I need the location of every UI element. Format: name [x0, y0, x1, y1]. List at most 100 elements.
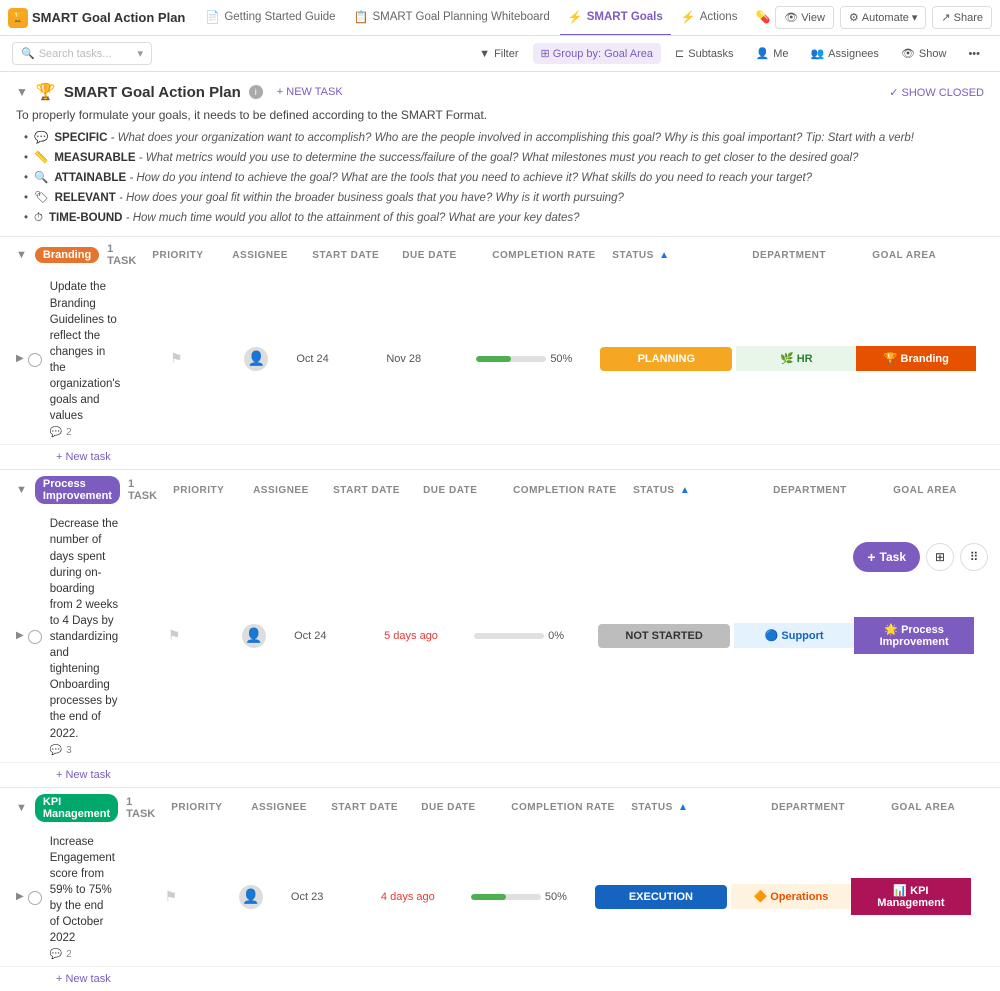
task-meta-3: 💬 2	[50, 949, 123, 960]
assignees-button[interactable]: 👥 Assignees	[802, 43, 886, 64]
priority-flag-icon-3: ⚑	[165, 888, 178, 905]
col-due-3: DUE DATE	[421, 802, 511, 813]
status-badge-2[interactable]: NOT STARTED	[598, 624, 730, 648]
view-button[interactable]: 👁 View	[775, 6, 834, 29]
status-cell: PLANNING	[596, 347, 736, 371]
section-process-header: ▼ Process Improvement 1 TASK PRIORITY AS…	[0, 470, 1000, 510]
tab-smart-goals[interactable]: ⚡ SMART Goals	[560, 0, 671, 36]
status-badge-3[interactable]: EXECUTION	[595, 885, 727, 909]
subtask-toggle-2[interactable]: ▶	[16, 630, 24, 641]
branding-task-count: 1 TASK	[107, 243, 136, 267]
col-completion: COMPLETION RATE	[492, 250, 612, 261]
col-due: DUE DATE	[402, 250, 492, 261]
start-date-cell-3: Oct 23	[291, 891, 381, 903]
start-date-cell-2: Oct 24	[294, 630, 384, 642]
tab-getting-started[interactable]: 📄 Getting Started Guide	[197, 0, 343, 36]
task-text-2: Decrease the number of days spent during…	[50, 516, 126, 741]
assignee-avatar-2: 👤	[242, 624, 266, 648]
avatar-icon-3: 👤	[242, 888, 259, 905]
branding-collapse-btn[interactable]: ▼	[16, 249, 27, 261]
task-checkbox-3[interactable]	[28, 891, 42, 905]
share-icon: ↗	[941, 11, 950, 24]
progress-pct: 50%	[550, 353, 572, 365]
fab-mini-2[interactable]: ⠿	[960, 543, 988, 571]
priority-cell-3: ⚑	[131, 888, 211, 905]
section-kpi-header: ▼ KPI Management 1 TASK PRIORITY ASSIGNE…	[0, 788, 1000, 828]
col-dept-3: DEPARTMENT	[771, 802, 891, 813]
progress-pct-3: 50%	[545, 891, 567, 903]
group-by-button[interactable]: ⊞ Group by: Goal Area	[533, 43, 662, 64]
dept-cell-2: 🔵 Support	[734, 623, 854, 648]
due-date-cell-3: 4 days ago	[381, 891, 471, 903]
show-closed-button[interactable]: ✓ SHOW CLOSED	[889, 86, 984, 99]
task-row-branding-1: ▶ Update the Branding Guidelines to refl…	[0, 273, 1000, 445]
progress-bar-3	[471, 894, 541, 900]
progress-fill-3	[471, 894, 506, 900]
tab-whiteboard[interactable]: 📋 SMART Goal Planning Whiteboard	[346, 0, 558, 36]
col-priority-3: PRIORITY	[171, 802, 251, 813]
smart-item-timebound: ⏱ TIME-BOUND - How much time would you a…	[24, 210, 984, 226]
smart-list: 💬 SPECIFIC - What does your organization…	[16, 130, 984, 226]
branding-tag: Branding	[35, 247, 99, 263]
group-icon: ⊞	[541, 47, 550, 60]
getting-started-icon: 📄	[205, 10, 220, 24]
process-collapse-btn[interactable]: ▼	[16, 484, 27, 496]
nav-actions: 👁 View ⚙ Automate ▾ ↗ Share	[775, 6, 992, 29]
goal-cell-2: 🌟 Process Improvement	[854, 617, 974, 654]
comment-icon-3: 💬	[50, 949, 62, 960]
task-row-process-1: ▶ Decrease the number of days spent duri…	[0, 510, 1000, 762]
search-box[interactable]: 🔍 Search tasks... ▾	[12, 42, 152, 65]
subtask-toggle[interactable]: ▶	[16, 353, 24, 364]
col-dept-2: DEPARTMENT	[773, 485, 893, 496]
automate-button[interactable]: ⚙ Automate ▾	[840, 6, 927, 29]
goal-kpi: 📊 KPI Management	[851, 878, 971, 915]
app-title: SMART Goal Action Plan	[32, 10, 185, 25]
me-button[interactable]: 👤 Me	[747, 43, 796, 64]
goal-process: 🌟 Process Improvement	[854, 617, 974, 654]
progress-bar-2	[474, 633, 544, 639]
subtask-toggle-3[interactable]: ▶	[16, 891, 24, 902]
process-task-count: 1 TASK	[128, 478, 157, 502]
page-emoji: 🏆	[36, 82, 56, 102]
priority-flag-icon: ⚑	[170, 350, 183, 367]
dept-cell: 🌿 HR	[736, 346, 856, 371]
page-title-row: ▼ 🏆 SMART Goal Action Plan i + NEW TASK …	[16, 82, 984, 102]
tab-actions[interactable]: ⚡ Actions	[673, 0, 746, 36]
info-icon[interactable]: i	[249, 85, 263, 99]
new-task-branding[interactable]: + New task	[0, 445, 1000, 469]
status-cell-2: NOT STARTED	[594, 624, 734, 648]
filter-button[interactable]: ▼ Filter	[471, 44, 526, 64]
relevant-icon: 🏷	[34, 190, 49, 206]
col-status-3: STATUS ▲	[631, 802, 771, 813]
assignee-cell-2: 👤	[214, 624, 294, 648]
kpi-collapse-btn[interactable]: ▼	[16, 802, 27, 814]
section-branding-header: ▼ Branding 1 TASK PRIORITY ASSIGNEE STAR…	[0, 237, 1000, 273]
start-date-cell: Oct 24	[296, 353, 386, 365]
chevron-down-icon: ▾	[137, 47, 143, 60]
task-checkbox-2[interactable]	[28, 630, 42, 644]
new-task-kpi[interactable]: + New task	[0, 967, 1000, 991]
task-meta: 💬 2	[50, 427, 129, 438]
priority-flag-icon-2: ⚑	[168, 627, 181, 644]
avatar-icon: 👤	[248, 350, 265, 367]
new-task-button[interactable]: + NEW TASK	[271, 84, 349, 100]
fab-mini-1[interactable]: ⊞	[926, 543, 954, 571]
show-button[interactable]: 👁 Show	[893, 43, 955, 64]
more-button[interactable]: •••	[960, 44, 988, 64]
collapse-page-icon[interactable]: ▼	[16, 85, 28, 99]
col-priority: PRIORITY	[152, 250, 232, 261]
add-task-fab[interactable]: + Task	[853, 542, 920, 572]
col-start-2: START DATE	[333, 485, 423, 496]
col-status: STATUS ▲	[612, 250, 752, 261]
assignee-avatar: 👤	[244, 347, 268, 371]
task-checkbox[interactable]	[28, 353, 42, 367]
plus-icon: +	[867, 549, 875, 565]
assignee-cell: 👤	[216, 347, 296, 371]
new-task-process[interactable]: + New task	[0, 763, 1000, 787]
comment-icon-2: 💬	[50, 745, 62, 756]
subtasks-button[interactable]: ⊏ Subtasks	[667, 43, 741, 64]
avatar-icon-2: 👤	[245, 627, 262, 644]
share-button[interactable]: ↗ Share	[932, 6, 992, 29]
status-badge[interactable]: PLANNING	[600, 347, 732, 371]
tab-goal-health[interactable]: 💊 + Goal Health	[747, 0, 771, 36]
